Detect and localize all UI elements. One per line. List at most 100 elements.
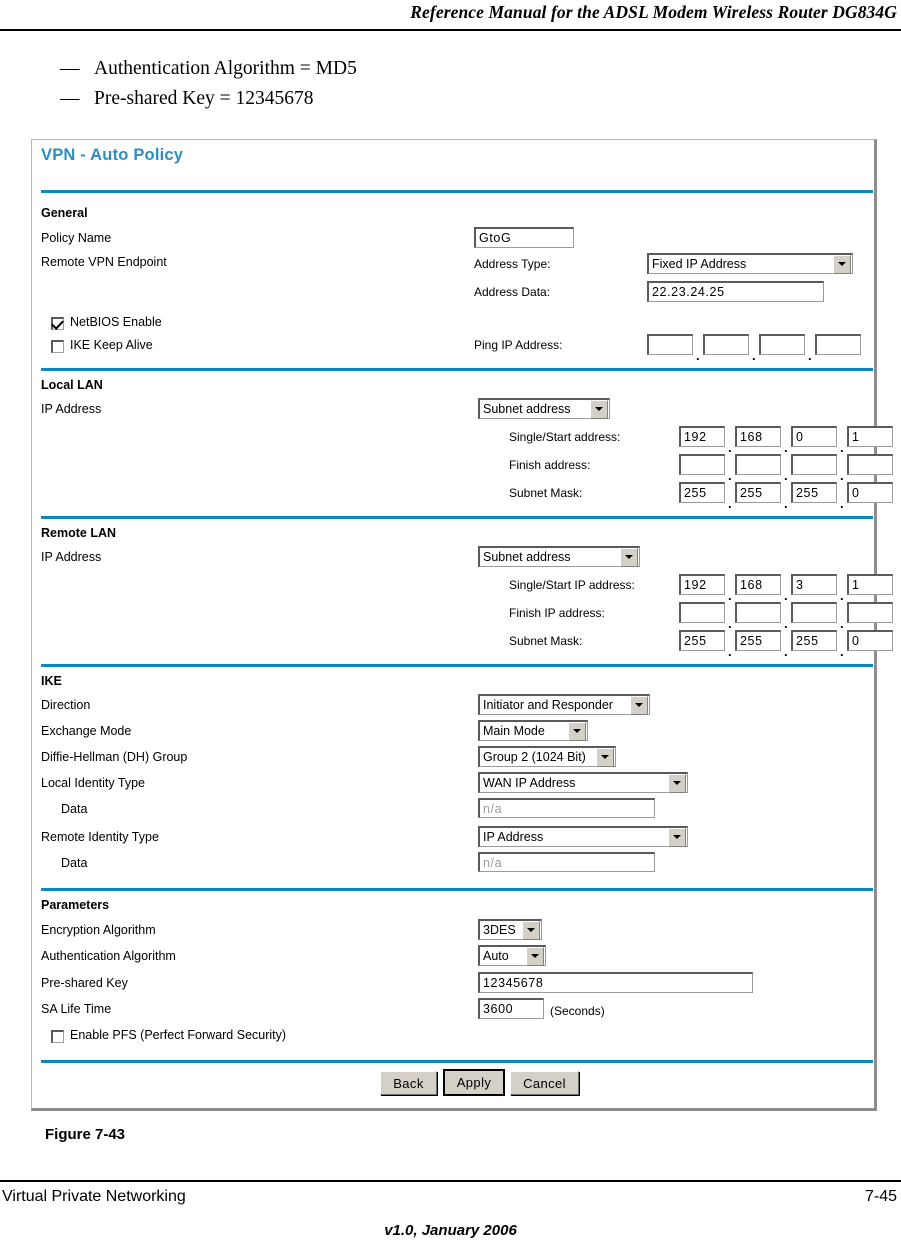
divider-parameters: [41, 1060, 873, 1063]
em-dash-icon: —: [60, 58, 80, 79]
ip-dot-separator: .: [696, 348, 700, 363]
address-type-label: Address Type:: [474, 257, 551, 271]
local-lan-mask-octet-2[interactable]: 255: [735, 482, 781, 503]
remote-lan-mask-octet-1[interactable]: 255: [679, 630, 725, 651]
address-type-select[interactable]: Fixed IP Address: [647, 253, 853, 274]
remote-lan-finish-label: Finish IP address:: [509, 606, 605, 620]
authentication-algorithm-select[interactable]: Auto: [478, 945, 546, 966]
remote-lan-finish-octet-3[interactable]: [791, 602, 837, 623]
ike-keep-alive-checkbox[interactable]: [51, 340, 64, 353]
local-lan-finish-octet-3[interactable]: [791, 454, 837, 475]
ping-ip-octet-3[interactable]: [759, 334, 805, 355]
cancel-button[interactable]: Cancel: [510, 1071, 579, 1095]
local-lan-address-mode-select[interactable]: Subnet address: [478, 398, 610, 419]
pre-shared-key-label: Pre-shared Key: [41, 976, 128, 990]
dh-group-label: Diffie-Hellman (DH) Group: [41, 750, 188, 764]
exchange-mode-value: Main Mode: [483, 724, 545, 738]
netbios-enable-checkbox[interactable]: [51, 317, 64, 330]
ip-dot-separator: .: [784, 616, 788, 631]
ip-dot-separator: .: [728, 468, 732, 483]
local-lan-finish-octet-2[interactable]: [735, 454, 781, 475]
dh-group-select[interactable]: Group 2 (1024 Bit): [478, 746, 616, 767]
ping-ip-octet-2[interactable]: [703, 334, 749, 355]
dh-group-value: Group 2 (1024 Bit): [483, 750, 586, 764]
local-lan-start-octet-4[interactable]: 1: [847, 426, 893, 447]
authentication-algorithm-label: Authentication Algorithm: [41, 949, 176, 963]
local-lan-ip-address-label: IP Address: [41, 402, 102, 416]
ping-ip-octet-1[interactable]: [647, 334, 693, 355]
remote-lan-start-octet-3[interactable]: 3: [791, 574, 837, 595]
encryption-algorithm-value: 3DES: [483, 923, 516, 937]
remote-lan-mask-octet-2[interactable]: 255: [735, 630, 781, 651]
local-lan-start-label: Single/Start address:: [509, 430, 621, 444]
local-lan-start-octet-3[interactable]: 0: [791, 426, 837, 447]
ping-ip-octet-4[interactable]: [815, 334, 861, 355]
remote-lan-start-octet-1[interactable]: 192: [679, 574, 725, 595]
remote-lan-mask-octet-3[interactable]: 255: [791, 630, 837, 651]
remote-lan-start-octet-4[interactable]: 1: [847, 574, 893, 595]
local-lan-address-mode-value: Subnet address: [483, 402, 571, 416]
policy-name-input[interactable]: GtoG: [474, 227, 574, 248]
pre-shared-key-input[interactable]: 12345678: [478, 972, 753, 993]
local-lan-start-octet-1[interactable]: 192: [679, 426, 725, 447]
remote-lan-ip-address-label: IP Address: [41, 550, 102, 564]
local-lan-subnet-mask-label: Subnet Mask:: [509, 486, 583, 500]
section-heading-remote-lan: Remote LAN: [41, 526, 117, 540]
local-lan-finish-octet-4[interactable]: [847, 454, 893, 475]
remote-lan-finish-octet-1[interactable]: [679, 602, 725, 623]
chevron-down-icon: [522, 920, 540, 940]
divider-general: [41, 368, 873, 371]
back-button[interactable]: Back: [380, 1071, 437, 1095]
remote-lan-finish-octet-4[interactable]: [847, 602, 893, 623]
section-heading-parameters: Parameters: [41, 898, 110, 912]
exchange-mode-select[interactable]: Main Mode: [478, 720, 588, 741]
chevron-down-icon: [590, 399, 608, 419]
sa-life-time-input[interactable]: 3600: [478, 998, 544, 1019]
remote-identity-type-value: IP Address: [483, 830, 544, 844]
bullet-list: — Authentication Algorithm = MD5 — Pre-s…: [60, 58, 760, 118]
ip-dot-separator: .: [840, 588, 844, 603]
local-lan-finish-octet-1[interactable]: [679, 454, 725, 475]
chevron-down-icon: [568, 721, 586, 741]
chevron-down-icon: [833, 254, 851, 274]
em-dash-icon: —: [60, 88, 80, 109]
remote-identity-type-select[interactable]: IP Address: [478, 826, 688, 847]
local-identity-type-select[interactable]: WAN IP Address: [478, 772, 688, 793]
footer-chapter-title: Virtual Private Networking: [2, 1188, 186, 1205]
direction-value: Initiator and Responder: [483, 698, 613, 712]
address-data-input[interactable]: 22.23.24.25: [647, 281, 824, 302]
ip-dot-separator: .: [728, 616, 732, 631]
chevron-down-icon: [620, 547, 638, 567]
ip-dot-separator: .: [784, 588, 788, 603]
local-lan-mask-octet-1[interactable]: 255: [679, 482, 725, 503]
local-identity-data-input[interactable]: n/a: [478, 798, 655, 818]
remote-lan-address-mode-value: Subnet address: [483, 550, 571, 564]
footer-rule: [0, 1180, 901, 1182]
footer-page-number: 7-45: [864, 1188, 897, 1205]
divider-top: [41, 190, 873, 193]
encryption-algorithm-select[interactable]: 3DES: [478, 919, 542, 940]
remote-identity-data-label: Data: [61, 856, 88, 870]
local-lan-mask-octet-4[interactable]: 0: [847, 482, 893, 503]
address-data-label: Address Data:: [474, 285, 551, 299]
chevron-down-icon: [526, 946, 544, 966]
remote-lan-start-octet-2[interactable]: 168: [735, 574, 781, 595]
ip-dot-separator: .: [840, 496, 844, 511]
apply-button[interactable]: Apply: [443, 1069, 505, 1096]
remote-lan-mask-octet-4[interactable]: 0: [847, 630, 893, 651]
remote-lan-address-mode-select[interactable]: Subnet address: [478, 546, 640, 567]
section-heading-general: General: [41, 206, 88, 220]
local-lan-mask-octet-3[interactable]: 255: [791, 482, 837, 503]
remote-lan-finish-octet-2[interactable]: [735, 602, 781, 623]
direction-select[interactable]: Initiator and Responder: [478, 694, 650, 715]
chevron-down-icon: [596, 747, 614, 767]
list-item-text: Pre-shared Key = 12345678: [94, 88, 314, 109]
chevron-down-icon: [668, 773, 686, 793]
remote-vpn-endpoint-label: Remote VPN Endpoint: [41, 255, 167, 269]
remote-identity-data-input[interactable]: n/a: [478, 852, 655, 872]
local-identity-data-label: Data: [61, 802, 88, 816]
list-item-text: Authentication Algorithm = MD5: [94, 58, 357, 79]
local-lan-start-octet-2[interactable]: 168: [735, 426, 781, 447]
netbios-enable-label: NetBIOS Enable: [70, 315, 162, 329]
enable-pfs-checkbox[interactable]: [51, 1030, 64, 1043]
